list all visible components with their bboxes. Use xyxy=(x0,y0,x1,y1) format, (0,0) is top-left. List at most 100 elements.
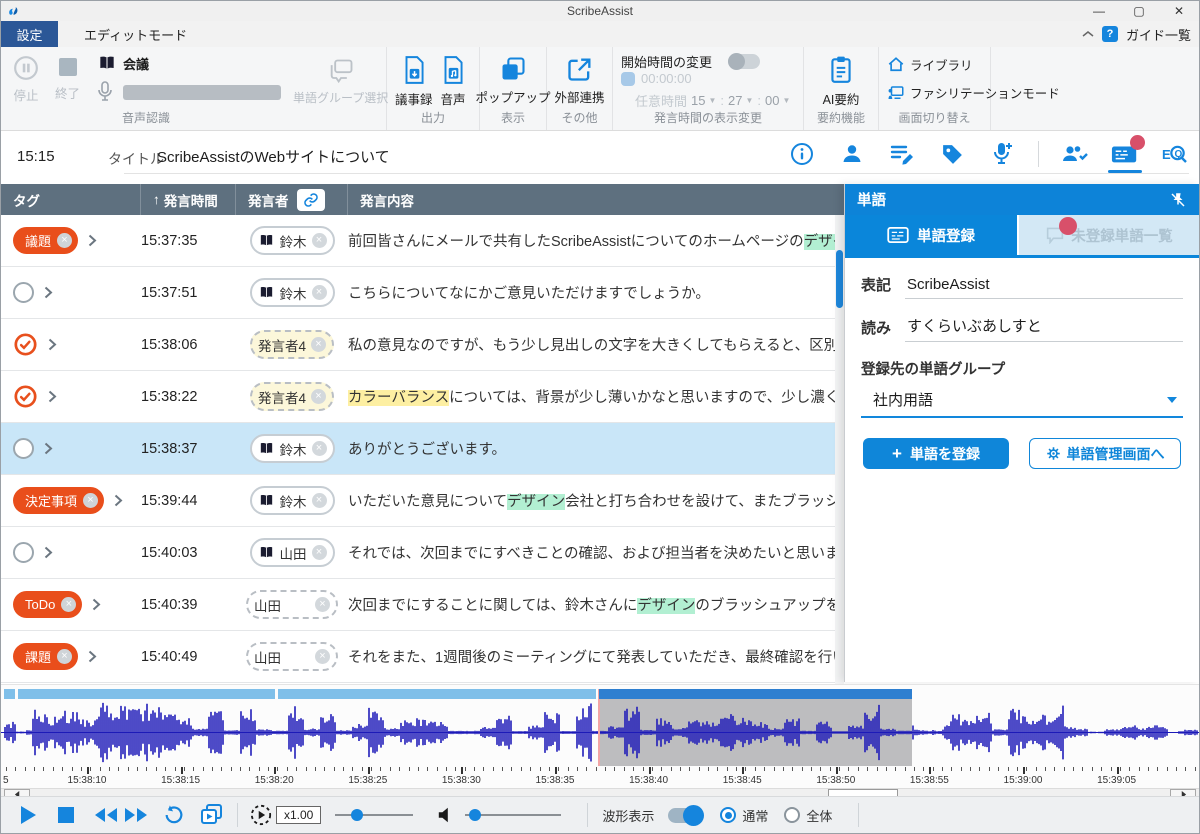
table-scrollbar-thumb[interactable] xyxy=(836,250,843,308)
remove-speaker-icon[interactable]: × xyxy=(315,649,330,664)
audio-waveform[interactable] xyxy=(1,699,1200,766)
radio-normal[interactable]: 通常 xyxy=(720,806,768,825)
minimize-button[interactable]: — xyxy=(1079,1,1119,21)
play-button[interactable] xyxy=(13,801,43,829)
expand-chevron-icon[interactable] xyxy=(44,286,53,299)
word-group-select[interactable]: 社内用語 xyxy=(861,389,1183,418)
minute-dropdown[interactable]: 27▼ xyxy=(728,93,753,108)
maximize-button[interactable]: ▢ xyxy=(1119,1,1159,21)
notation-input[interactable]: ScribeAssist xyxy=(905,276,1183,299)
utterance-text[interactable]: カラーバランスについては、背景が少し薄いかなと思いますので、少し濃くしていただ xyxy=(348,386,844,407)
utterance-text[interactable]: それをまた、1週間後のミーティングにて発表していただき、最終確認を行いたいと思 xyxy=(348,646,844,667)
collapse-ribbon-icon[interactable] xyxy=(1082,30,1094,38)
radio-whole[interactable]: 全体 xyxy=(784,806,832,825)
rewind-button[interactable] xyxy=(91,801,121,829)
table-row[interactable]: 決定事項×15:39:44鈴木×いただいた意見についてデザイン会社と打ち合わせを… xyxy=(1,475,844,527)
speaker-icon[interactable] xyxy=(838,139,866,169)
utterance-text[interactable]: いただいた意見についてデザイン会社と打ち合わせを設けて、またブラッシュアップし xyxy=(348,490,844,511)
speaker-pill[interactable]: 発言者4× xyxy=(250,382,334,411)
empty-circle-icon[interactable] xyxy=(13,542,34,563)
waveform-display-toggle[interactable] xyxy=(668,808,702,823)
utterance-text[interactable]: それでは、次回までにすべきことの確認、および担当者を決めたいと思います。 xyxy=(348,542,844,563)
check-circle-icon[interactable] xyxy=(13,332,38,357)
tag-pill[interactable]: 決定事項× xyxy=(13,487,104,514)
tab-word-register[interactable]: 単語登録 xyxy=(845,215,1017,255)
facilitation-mode-button[interactable]: ファシリテーションモード xyxy=(887,83,1060,102)
table-row[interactable]: 議題×15:37:35鈴木×前回皆さんにメールで共有したScribeAssist… xyxy=(1,215,844,267)
speaker-pill[interactable]: 鈴木× xyxy=(250,486,335,515)
speaker-pill[interactable]: 山田× xyxy=(250,538,335,567)
table-row[interactable]: 15:38:37鈴木×ありがとうございます。 xyxy=(1,423,844,475)
search-icon[interactable]: EQ xyxy=(1161,139,1189,169)
stop-button[interactable] xyxy=(51,801,81,829)
start-time-toggle[interactable] xyxy=(728,54,760,69)
remove-speaker-icon[interactable]: × xyxy=(311,337,326,352)
continuous-play-button[interactable] xyxy=(197,801,227,829)
remove-tag-icon[interactable]: × xyxy=(57,233,72,248)
check-circle-icon[interactable] xyxy=(13,384,38,409)
table-row[interactable]: 課題×15:40:49山田×それをまた、1週間後のミーティングにて発表していただ… xyxy=(1,631,844,683)
remove-speaker-icon[interactable]: × xyxy=(312,441,327,456)
table-row[interactable]: 15:40:03山田×それでは、次回までにすべきことの確認、および担当者を決めた… xyxy=(1,527,844,579)
hour-dropdown[interactable]: 15▼ xyxy=(691,93,716,108)
remove-tag-icon[interactable]: × xyxy=(57,649,72,664)
empty-circle-icon[interactable] xyxy=(13,282,34,303)
document-title-input[interactable] xyxy=(157,143,787,169)
speaker-pill[interactable]: 山田× xyxy=(246,642,338,671)
speed-value[interactable]: x1.00 xyxy=(276,806,321,824)
audio-export-button[interactable]: 音声 xyxy=(440,55,466,108)
unpin-icon[interactable] xyxy=(1169,191,1187,209)
empty-circle-icon[interactable] xyxy=(13,438,34,459)
speaker-check-icon[interactable] xyxy=(1061,139,1089,169)
tag-pill[interactable]: 課題× xyxy=(13,643,78,670)
remove-speaker-icon[interactable]: × xyxy=(312,233,327,248)
header-tag[interactable]: タグ xyxy=(1,184,141,215)
library-button[interactable]: ライブラリ xyxy=(887,55,973,74)
remove-speaker-icon[interactable]: × xyxy=(312,493,327,508)
replay-button[interactable] xyxy=(159,801,189,829)
remove-tag-icon[interactable]: × xyxy=(83,493,98,508)
speaker-pill[interactable]: 鈴木× xyxy=(250,278,335,307)
header-time[interactable]: ↑発言時間 xyxy=(141,184,236,215)
expand-chevron-icon[interactable] xyxy=(88,234,97,247)
table-row[interactable]: 15:37:51鈴木×こちらについてなにかご意見いただけますでしょうか。 xyxy=(1,267,844,319)
external-link-button[interactable]: 外部連携 xyxy=(547,55,612,106)
speaker-pill[interactable]: 山田× xyxy=(246,590,338,619)
utterance-text[interactable]: 次回までにすることに関しては、鈴木さんにデザインのブラッシュアップを行っていた xyxy=(348,594,844,615)
remove-speaker-icon[interactable]: × xyxy=(315,597,330,612)
close-button[interactable]: ✕ xyxy=(1159,1,1199,21)
tag-pill[interactable]: 議題× xyxy=(13,227,78,254)
tag-icon[interactable] xyxy=(938,139,966,169)
tag-pill[interactable]: ToDo× xyxy=(13,591,82,618)
expand-chevron-icon[interactable] xyxy=(44,442,53,455)
popup-button[interactable]: ポップアップ xyxy=(480,55,546,106)
header-speaker[interactable]: 発言者 xyxy=(236,184,348,215)
guide-list-button[interactable]: ガイド一覧 xyxy=(1126,25,1191,44)
ai-summary-button[interactable]: AI要約 xyxy=(804,55,878,108)
info-icon[interactable] xyxy=(788,139,816,169)
utterance-text[interactable]: こちらについてなにかご意見いただけますでしょうか。 xyxy=(348,282,844,303)
mic-add-icon[interactable] xyxy=(988,139,1016,169)
volume-slider[interactable] xyxy=(465,814,561,816)
second-dropdown[interactable]: 00▼ xyxy=(765,93,790,108)
fast-forward-button[interactable] xyxy=(121,801,151,829)
table-row[interactable]: 15:38:22発言者4×カラーバランスについては、背景が少し薄いかなと思います… xyxy=(1,371,844,423)
waveform-panel[interactable]: 5 15:38:1015:38:1515:38:2015:38:2515:38:… xyxy=(1,684,1199,798)
pause-button[interactable]: 停止 xyxy=(13,55,39,104)
speed-slider[interactable] xyxy=(335,814,413,816)
register-word-button[interactable]: +単語を登録 xyxy=(863,438,1009,469)
word-group-select-button[interactable]: 単語グループ選択 xyxy=(293,57,388,106)
help-icon[interactable]: ? xyxy=(1102,26,1118,42)
table-row[interactable]: 15:38:06発言者4×私の意見なのですが、もう少し見出しの文字を大きくしても… xyxy=(1,319,844,371)
word-management-button[interactable]: 単語管理画面へ xyxy=(1029,438,1181,469)
expand-chevron-icon[interactable] xyxy=(48,390,57,403)
utterance-text[interactable]: 前回皆さんにメールで共有したScribeAssistについてのホームページのデザ… xyxy=(348,230,844,251)
expand-chevron-icon[interactable] xyxy=(44,546,53,559)
tab-settings[interactable]: 設定 xyxy=(1,21,58,47)
remove-tag-icon[interactable]: × xyxy=(61,597,76,612)
remove-speaker-icon[interactable]: × xyxy=(312,285,327,300)
speaker-pill[interactable]: 発言者4× xyxy=(250,330,334,359)
header-content[interactable]: 発言内容 xyxy=(348,184,844,215)
link-speaker-button[interactable] xyxy=(297,189,325,211)
utterance-text[interactable]: ありがとうございます。 xyxy=(348,438,844,459)
